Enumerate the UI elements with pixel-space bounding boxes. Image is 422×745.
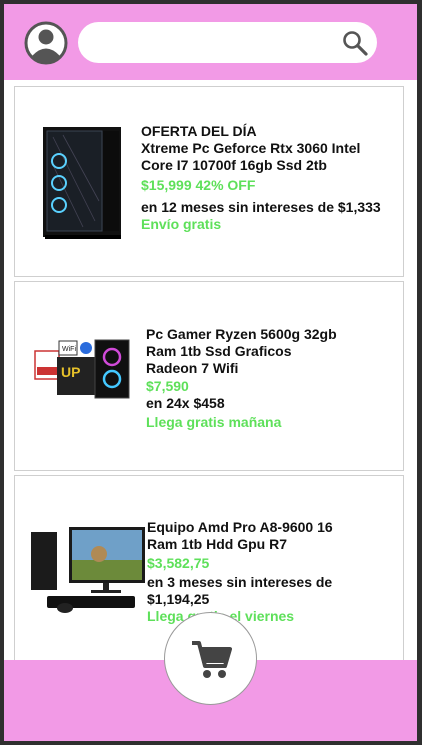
installments-text: en 24x $458 xyxy=(146,395,225,411)
deal-badge: OFERTA DEL DÍA xyxy=(141,123,257,139)
product-price: $7,590 xyxy=(146,378,189,394)
shipping-text: Llega gratis el viernes xyxy=(147,608,295,624)
app-frame: OFERTA DEL DÍA Xtreme Pc Geforce Rtx 306… xyxy=(4,4,417,741)
cart-button[interactable] xyxy=(164,612,257,705)
product-card[interactable]: WiFi UP Pc Gamer Ryzen 5600g 32gb Ram 1t… xyxy=(14,281,404,471)
shipping-text: Envío gratis xyxy=(141,216,222,232)
product-info: Equipo Amd Pro A8-9600 16 Ram 1tb Hdd Gp… xyxy=(147,519,357,625)
search-icon[interactable] xyxy=(342,30,368,56)
product-image xyxy=(29,524,149,616)
product-title[interactable]: Equipo Amd Pro A8-9600 16 Ram 1tb Hdd Gp… xyxy=(147,519,357,553)
product-info: Pc Gamer Ryzen 5600g 32gb Ram 1tb Ssd Gr… xyxy=(146,326,346,431)
search-input[interactable] xyxy=(78,22,377,63)
product-image xyxy=(33,121,133,241)
product-price: $15,999 42% OFF xyxy=(141,177,256,193)
product-title[interactable]: Pc Gamer Ryzen 5600g 32gb Ram 1tb Ssd Gr… xyxy=(146,326,346,377)
installments-text: en 12 meses sin intereses de $1,333 xyxy=(141,199,381,215)
installments-text: en 3 meses sin intereses de $1,194,25 xyxy=(147,574,333,607)
product-title[interactable]: Xtreme Pc Geforce Rtx 3060 Intel Core I7… xyxy=(141,140,386,174)
user-avatar-icon[interactable] xyxy=(24,21,68,65)
shipping-text: Llega gratis mañana xyxy=(146,414,282,430)
svg-text:UP: UP xyxy=(61,364,80,380)
product-price: $3,582,75 xyxy=(147,555,210,571)
shopping-cart-icon xyxy=(192,641,232,678)
product-image: WiFi UP xyxy=(33,337,133,402)
product-info: OFERTA DEL DÍA Xtreme Pc Geforce Rtx 306… xyxy=(141,123,386,233)
top-bar xyxy=(4,4,417,80)
product-card[interactable]: OFERTA DEL DÍA Xtreme Pc Geforce Rtx 306… xyxy=(14,86,404,277)
svg-text:WiFi: WiFi xyxy=(62,346,76,353)
